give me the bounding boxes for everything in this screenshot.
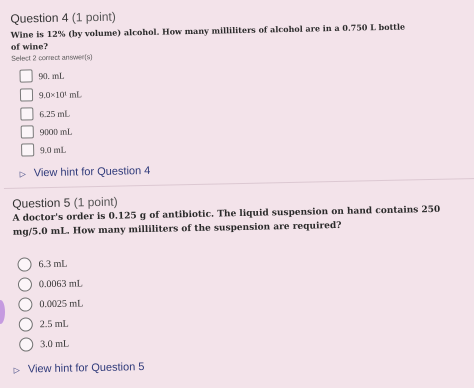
question-4-label: Question 4: [10, 10, 69, 26]
option-label: 0.0025 mL: [39, 297, 84, 310]
select-note: Select 2 correct answer(s): [11, 54, 93, 63]
hint-question-4-label: View hint for Question 4: [33, 164, 151, 180]
radio-button[interactable]: [19, 337, 34, 352]
q4-option-1[interactable]: 90. mL: [19, 69, 65, 83]
question-5-label: Question 5: [12, 195, 71, 211]
quiz-page: Question 4 (1 point) Wine is 12% (by vol…: [0, 0, 474, 388]
triangle-right-icon: ▷: [13, 365, 20, 375]
question-4-title: Question 4 (1 point): [10, 10, 116, 26]
option-label: 9.0×10¹ mL: [38, 88, 82, 100]
hint-question-5-label: View hint for Question 5: [27, 361, 145, 376]
option-label: 6.25 mL: [39, 108, 70, 119]
question-4-text-line2: of wine?: [10, 41, 49, 52]
q5-option-4[interactable]: 2.5 mL: [18, 317, 69, 332]
q4-option-3[interactable]: 6.25 mL: [20, 107, 70, 121]
checkbox[interactable]: [20, 107, 34, 121]
q4-option-4[interactable]: 9000 mL: [20, 125, 73, 139]
radio-button[interactable]: [18, 297, 33, 312]
question-5-title: Question 5 (1 point): [12, 195, 118, 211]
hint-question-4[interactable]: ▷ View hint for Question 4: [20, 165, 151, 180]
option-label: 0.0063 mL: [38, 277, 83, 290]
q5-option-1[interactable]: 6.3 mL: [17, 257, 68, 272]
option-label: 9.0 mL: [40, 144, 67, 155]
checkbox[interactable]: [21, 143, 35, 157]
checkbox[interactable]: [19, 88, 34, 102]
hint-question-5[interactable]: ▷ View hint for Question 5: [14, 361, 145, 376]
q5-option-5[interactable]: 3.0 mL: [19, 337, 69, 352]
question-5-text-line2: mg/5.0 mL. How many milliliters of the s…: [12, 220, 342, 238]
question-separator: [3, 178, 474, 189]
option-label: 9000 mL: [39, 126, 73, 137]
radio-button[interactable]: [18, 317, 33, 332]
question-4-points: (1 point): [71, 9, 116, 25]
checkbox[interactable]: [20, 125, 34, 139]
q4-option-2[interactable]: 9.0×10¹ mL: [19, 87, 82, 102]
q5-option-3[interactable]: 0.0025 mL: [18, 296, 84, 312]
option-label: 3.0 mL: [40, 338, 70, 350]
radio-button[interactable]: [17, 277, 33, 292]
question-5-points: (1 point): [73, 194, 118, 210]
selection-accent: [0, 300, 5, 324]
option-label: 6.3 mL: [38, 258, 68, 270]
option-label: 90. mL: [38, 70, 65, 81]
q5-option-2[interactable]: 0.0063 mL: [17, 276, 83, 292]
triangle-right-icon: ▷: [19, 168, 26, 179]
radio-button[interactable]: [17, 257, 32, 272]
q4-option-5[interactable]: 9.0 mL: [21, 143, 66, 157]
checkbox[interactable]: [19, 69, 33, 83]
option-label: 2.5 mL: [39, 318, 69, 330]
